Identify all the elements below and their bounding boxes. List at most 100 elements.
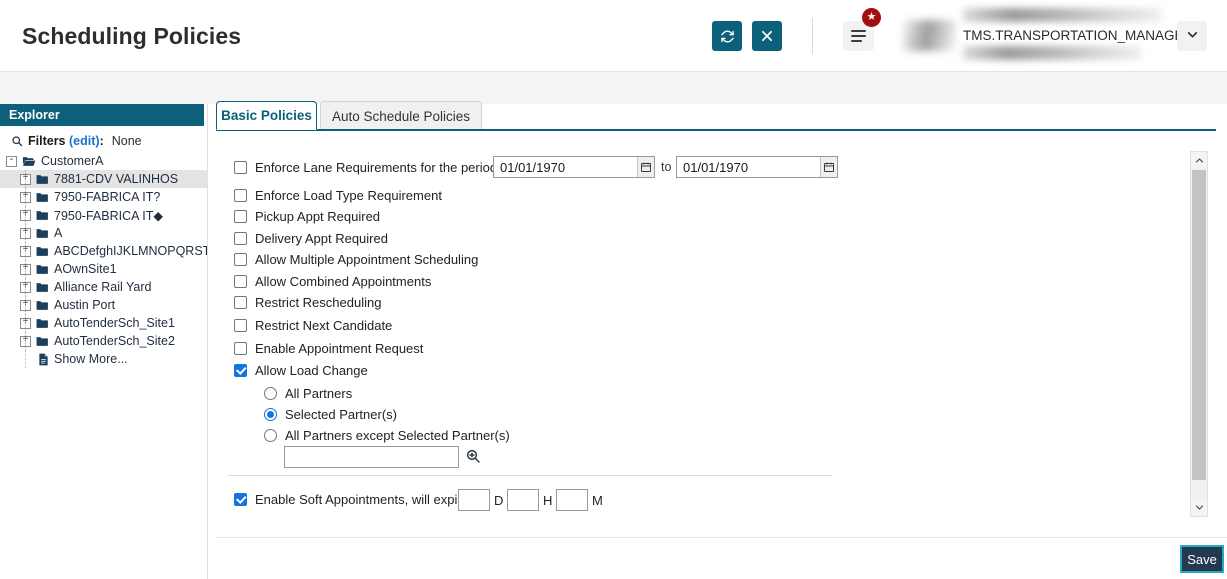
checkbox-pickup-appt-required[interactable]: [234, 210, 247, 223]
radio-all-except-selected-partners[interactable]: [264, 429, 277, 442]
checkbox-delivery-appt-required[interactable]: [234, 232, 247, 245]
tree-item-label: 7950-FABRICA IT?: [54, 190, 161, 204]
tree-item-label: AutoTenderSch_Site2: [54, 334, 175, 348]
tab-basic-policies[interactable]: Basic Policies: [216, 101, 317, 130]
tree-item-austin-port[interactable]: + Austin Port: [0, 296, 207, 314]
checkbox-row-enforce-load-type[interactable]: Enforce Load Type Requirement: [234, 188, 442, 203]
date-from-input[interactable]: [494, 157, 638, 177]
tree-item-7881-cdv-valinhos[interactable]: +7881-CDV VALINHOS: [0, 170, 207, 188]
save-button[interactable]: Save: [1180, 545, 1224, 573]
checkbox-enforce-lane-requirements[interactable]: [234, 161, 247, 174]
date-range-separator: to: [661, 160, 672, 174]
folder-icon: [36, 246, 49, 257]
tab-auto-schedule-policies[interactable]: Auto Schedule Policies: [320, 101, 482, 130]
folder-icon: [36, 210, 49, 221]
tree-item-aownsite1[interactable]: + AOwnSite1: [0, 260, 207, 278]
checkbox-row-allow-multiple-appointment-scheduling[interactable]: Allow Multiple Appointment Scheduling: [234, 252, 478, 267]
header-sub-strip: [0, 72, 1227, 104]
chevron-down-icon-scroll[interactable]: [1191, 499, 1207, 516]
soft-appt-minutes-unit: M: [592, 493, 603, 508]
tree-item-autotendersch-site1[interactable]: + AutoTenderSch_Site1: [0, 314, 207, 332]
calendar-icon-from[interactable]: [637, 157, 654, 177]
checkbox-row-allow-load-change[interactable]: Allow Load Change: [234, 363, 368, 378]
magnifier-plus-icon[interactable]: [465, 448, 481, 464]
footer-divider: [216, 537, 1227, 538]
checkbox-restrict-next-candidate[interactable]: [234, 319, 247, 332]
tree-item-label: AutoTenderSch_Site1: [54, 316, 175, 330]
basic-policies-panel: Enforce Lane Requirements for the period…: [216, 131, 1216, 537]
tree-item-alliance-rail-yard[interactable]: + Alliance Rail Yard: [0, 278, 207, 296]
tree-item-7950-fabrica-it[interactable]: +7950-FABRICA IT◆: [0, 206, 207, 224]
tab-bar: Basic Policies Auto Schedule Policies: [216, 101, 1216, 131]
checkbox-row-enable-soft-appointments[interactable]: Enable Soft Appointments, will expire in…: [234, 492, 486, 507]
header-divider: [812, 18, 813, 54]
radio-row-all-partners[interactable]: All Partners: [264, 386, 352, 401]
folder-open-icon: [22, 156, 36, 167]
tree-guide-line: [25, 170, 26, 188]
checkbox-row-restrict-rescheduling[interactable]: Restrict Rescheduling: [234, 295, 381, 310]
document-icon: [38, 353, 49, 366]
tree-item-label: Show More...: [54, 352, 128, 366]
tree-item-abcdefghijklmnopqrstuvw[interactable]: +ABCDefghIJKLMNOPQRSTUVW: [0, 242, 207, 260]
content-vertical-scrollbar[interactable]: [1190, 151, 1208, 517]
hamburger-menu-icon: [851, 27, 866, 45]
checkbox-label-pickup-appt-required: Pickup Appt Required: [255, 209, 381, 224]
checkbox-row-enable-appointment-request[interactable]: Enable Appointment Request: [234, 341, 423, 356]
tab-basic-policies-label: Basic Policies: [221, 108, 312, 123]
tree-guide-line: [25, 350, 26, 368]
checkbox-restrict-rescheduling[interactable]: [234, 296, 247, 309]
refresh-icon: [720, 29, 735, 44]
tree-item-label: CustomerA: [41, 154, 104, 168]
tree-item-show-more[interactable]: Show More...: [0, 350, 207, 368]
checkbox-enable-appointment-request[interactable]: [234, 342, 247, 355]
soft-appt-minutes-input[interactable]: [556, 489, 588, 511]
date-to-field[interactable]: [676, 156, 838, 178]
tree-guide-line: [25, 224, 26, 242]
checkbox-enforce-load-type[interactable]: [234, 189, 247, 202]
search-icon: [11, 135, 23, 147]
tree-item-label: AOwnSite1: [54, 262, 117, 276]
checkbox-allow-combined-appointments[interactable]: [234, 275, 247, 288]
soft-appt-days-input[interactable]: [458, 489, 490, 511]
tree-item-label: A: [54, 226, 63, 240]
close-button[interactable]: [752, 21, 782, 51]
chevron-up-icon[interactable]: [1191, 152, 1207, 169]
tree-collapse-icon[interactable]: -: [6, 155, 17, 167]
radio-row-selected-partners[interactable]: Selected Partner(s): [264, 407, 397, 422]
filters-edit-link[interactable]: (edit): [69, 134, 100, 148]
radio-row-all-except-selected-partners[interactable]: All Partners except Selected Partner(s): [264, 428, 510, 443]
calendar-icon-to[interactable]: [820, 157, 837, 177]
checkbox-allow-load-change[interactable]: [234, 364, 247, 377]
avatar: [903, 20, 956, 51]
tree-item-7950-fabrica-it[interactable]: +7950-FABRICA IT?: [0, 188, 207, 206]
star-badge-icon: ★: [862, 8, 881, 27]
radio-label-all-except-selected-partners: All Partners except Selected Partner(s): [285, 428, 510, 443]
folder-icon: [36, 336, 49, 347]
radio-selected-partners[interactable]: [264, 408, 277, 421]
close-icon: [760, 29, 774, 43]
checkbox-enable-soft-appointments[interactable]: [234, 493, 247, 506]
tree-item-label: Austin Port: [54, 298, 116, 312]
soft-appt-hours-input[interactable]: [507, 489, 539, 511]
filters-colon: :: [99, 134, 104, 148]
vscroll-thumb[interactable]: [1192, 170, 1206, 480]
checkbox-row-restrict-next-candidate[interactable]: Restrict Next Candidate: [234, 318, 392, 333]
refresh-button[interactable]: [712, 21, 742, 51]
checkbox-allow-multiple-appointment-scheduling[interactable]: [234, 253, 247, 266]
tree-item-autotendersch-site2[interactable]: + AutoTenderSch_Site2: [0, 332, 207, 350]
tree-item-label: Alliance Rail Yard: [54, 280, 152, 294]
checkbox-row-allow-combined-appointments[interactable]: Allow Combined Appointments: [234, 274, 431, 289]
checkbox-row-pickup-appt-required[interactable]: Pickup Appt Required: [234, 209, 380, 224]
radio-label-all-partners: All Partners: [285, 386, 353, 401]
tree-guide-line: [25, 278, 26, 296]
checkbox-row-enforce-lane-requirements[interactable]: Enforce Lane Requirements for the period: [234, 160, 497, 175]
date-from-field[interactable]: [493, 156, 655, 178]
partner-input[interactable]: [284, 446, 459, 468]
date-to-input[interactable]: [677, 157, 821, 177]
radio-all-partners[interactable]: [264, 387, 277, 400]
checkbox-label-enforce-lane-requirements: Enforce Lane Requirements for the period: [255, 160, 498, 175]
tree-item-a[interactable]: + A: [0, 224, 207, 242]
user-menu-button[interactable]: [1177, 21, 1207, 51]
checkbox-row-delivery-appt-required[interactable]: Delivery Appt Required: [234, 231, 388, 246]
tree-item-customera[interactable]: - CustomerA: [0, 152, 207, 170]
